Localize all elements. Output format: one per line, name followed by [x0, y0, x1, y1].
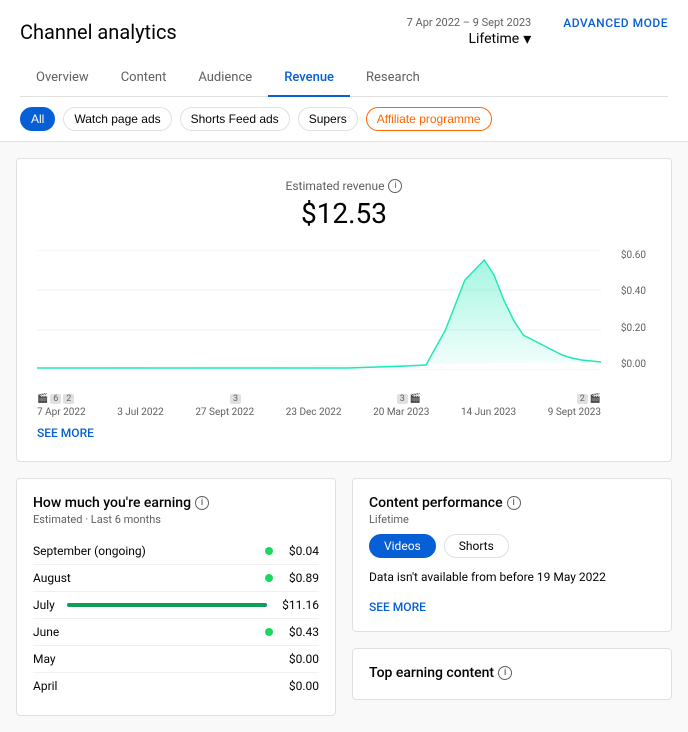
filter-affiliate-programme[interactable]: Affiliate programme: [366, 107, 492, 131]
icon-6: 🎬: [410, 394, 421, 404]
tab-research[interactable]: Research: [350, 60, 436, 97]
page-title: Channel analytics: [20, 20, 177, 44]
icon-1: 🎬: [37, 394, 48, 404]
icon-7: 2: [577, 394, 588, 404]
earnings-right-sep: $0.04: [265, 544, 319, 558]
earnings-row-june: June $0.43: [33, 619, 319, 646]
chart-title: Estimated revenue i: [37, 179, 651, 193]
chart-icons-row: 🎬 6 2 3 3 🎬 2 🎬: [37, 394, 601, 404]
revenue-info-icon[interactable]: i: [388, 179, 402, 193]
tab-revenue[interactable]: Revenue: [268, 60, 350, 97]
tab-audience[interactable]: Audience: [182, 60, 268, 97]
icon-8: 🎬: [590, 394, 601, 404]
july-bar-fill: [67, 603, 267, 607]
date-chevron-icon: ▾: [523, 29, 531, 48]
bottom-grid: How much you're earning i Estimated · La…: [16, 478, 672, 716]
top-earning-card: Top earning content i: [352, 648, 672, 700]
sub-filters-bar: All Watch page ads Shorts Feed ads Super…: [0, 97, 688, 142]
earnings-row-september: September (ongoing) $0.04: [33, 538, 319, 565]
tab-overview[interactable]: Overview: [20, 60, 105, 97]
top-earning-title: Top earning content i: [369, 665, 655, 681]
chart-svg-area: $0.60 $0.40 $0.20 $0.00: [37, 250, 601, 370]
tab-content[interactable]: Content: [105, 60, 183, 97]
earnings-dot-aug: [265, 574, 273, 582]
earnings-dot-jun: [265, 628, 273, 636]
icons-group-4: 2 🎬: [577, 394, 601, 404]
right-column: Content performance i Lifetime Videos Sh…: [352, 478, 672, 716]
filter-all[interactable]: All: [20, 107, 55, 131]
july-bar-bg: [67, 603, 267, 607]
x-axis-dates: 7 Apr 2022 3 Jul 2022 27 Sept 2022 23 De…: [37, 407, 601, 418]
earnings-row-may: May $0.00: [33, 646, 319, 673]
earnings-rows: September (ongoing) $0.04 August $0.89: [33, 538, 319, 699]
content-perf-info-icon[interactable]: i: [507, 496, 521, 510]
icon-3: 2: [63, 394, 74, 404]
top-earning-info-icon[interactable]: i: [498, 666, 512, 680]
main-content: Estimated revenue i $12.53: [0, 142, 688, 732]
chart-see-more[interactable]: SEE MORE: [37, 418, 94, 440]
icon-2: 6: [50, 394, 61, 404]
content-perf-subtitle: Lifetime: [369, 513, 655, 526]
chart-container: $0.60 $0.40 $0.20 $0.00 🎬 6 2 3 3: [37, 250, 651, 418]
earnings-right-aug: $0.89: [265, 571, 319, 585]
revenue-chart-svg: [37, 250, 601, 370]
revenue-chart-card: Estimated revenue i $12.53: [16, 158, 672, 462]
icons-group-1: 🎬 6 2: [37, 394, 74, 404]
earnings-subtitle: Estimated · Last 6 months: [33, 513, 319, 526]
header-top: Channel analytics 7 Apr 2022 – 9 Sept 20…: [20, 16, 668, 48]
earnings-info-icon[interactable]: i: [195, 496, 209, 510]
icon-4: 3: [230, 394, 241, 404]
advanced-mode-button[interactable]: ADVANCED MODE: [563, 16, 668, 30]
page-header: Channel analytics 7 Apr 2022 – 9 Sept 20…: [0, 0, 688, 97]
earnings-row-august: August $0.89: [33, 565, 319, 592]
earnings-row-april: April $0.00: [33, 673, 319, 699]
earnings-right-jun: $0.43: [265, 625, 319, 639]
date-range-selector[interactable]: 7 Apr 2022 – 9 Sept 2023 Lifetime ▾: [407, 16, 532, 48]
content-performance-card: Content performance i Lifetime Videos Sh…: [352, 478, 672, 632]
tab-videos[interactable]: Videos: [369, 534, 436, 558]
earnings-card: How much you're earning i Estimated · La…: [16, 478, 336, 716]
filter-watch-page-ads[interactable]: Watch page ads: [63, 107, 171, 131]
earnings-row-july: July $11.16: [33, 592, 319, 619]
date-range-value: Lifetime ▾: [468, 29, 531, 48]
filter-supers[interactable]: Supers: [298, 107, 358, 131]
chart-amount: $12.53: [37, 197, 651, 230]
y-axis-labels: $0.60 $0.40 $0.20 $0.00: [621, 250, 646, 370]
tab-shorts[interactable]: Shorts: [444, 534, 509, 558]
icons-group-2: 3: [230, 394, 241, 404]
nav-tabs: Overview Content Audience Revenue Resear…: [20, 60, 668, 97]
no-data-message: Data isn't available from before 19 May …: [369, 570, 655, 584]
filter-shorts-feed-ads[interactable]: Shorts Feed ads: [180, 107, 290, 131]
icons-group-3: 3 🎬: [397, 394, 421, 404]
earnings-dot-sep: [265, 547, 273, 555]
content-perf-see-more[interactable]: SEE MORE: [369, 592, 426, 614]
content-perf-tabs: Videos Shorts: [369, 534, 655, 558]
icon-5: 3: [397, 394, 408, 404]
content-perf-title: Content performance i: [369, 495, 655, 511]
earnings-title: How much you're earning i: [33, 495, 319, 511]
date-range-label: 7 Apr 2022 – 9 Sept 2023: [407, 16, 532, 29]
